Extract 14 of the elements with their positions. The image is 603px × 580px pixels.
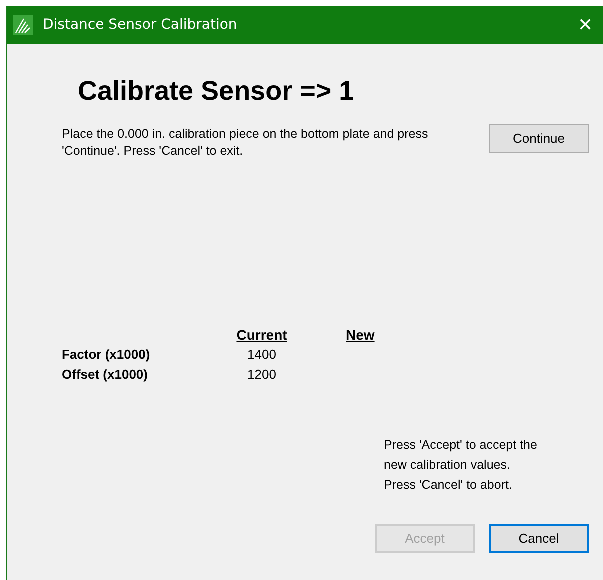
column-header: Current — [236, 326, 288, 345]
current-value: 1200 — [248, 366, 276, 384]
row-label: Factor (x1000) — [62, 346, 152, 364]
accept-instruction-text: Press 'Accept' to accept the new calibration values. Press 'Cancel' to abort. — [384, 437, 538, 494]
close-button[interactable]: ✕ — [574, 14, 597, 36]
cancel-button[interactable]: Cancel — [489, 524, 589, 553]
continue-button[interactable]: Continue — [489, 124, 589, 153]
app-icon — [13, 15, 33, 35]
current-value: 1400 — [248, 346, 276, 364]
column-header: New — [346, 326, 375, 345]
instruction-text: Place the 0.000 in. calibration piece on the bottom plate and press 'Continue'. Press 'Cancel' to exit. — [62, 126, 430, 160]
window-title: Distance Sensor Calibration — [43, 17, 238, 33]
row-label: Offset (x1000) — [62, 366, 149, 384]
heading: Calibrate Sensor => 1 — [78, 75, 356, 107]
